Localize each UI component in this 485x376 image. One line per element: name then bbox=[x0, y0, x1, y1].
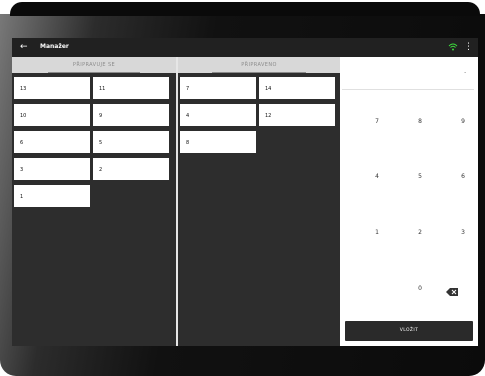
keypad-key[interactable]: 6 bbox=[448, 171, 478, 183]
order-card[interactable]: 1 bbox=[14, 185, 90, 207]
order-card[interactable]: 7 bbox=[180, 77, 256, 99]
prepared-column: PŘIPRAVENO 7 14 4 12 8 bbox=[178, 57, 340, 346]
device-top-edge bbox=[10, 2, 480, 16]
order-card[interactable]: 4 bbox=[180, 104, 256, 126]
keypad-key[interactable]: 3 bbox=[448, 227, 478, 239]
keypad-key[interactable]: 8 bbox=[405, 116, 435, 128]
tab-preparing-label: PŘIPRAVUJE SE bbox=[72, 62, 116, 68]
tab-underline bbox=[212, 71, 306, 73]
preparing-column: PŘIPRAVUJE SE 13 11 10 9 6 5 3 2 1 bbox=[12, 57, 176, 346]
tab-prepared[interactable]: PŘIPRAVENO bbox=[178, 57, 340, 73]
submit-button[interactable]: VLOŽIT bbox=[345, 321, 473, 341]
keypad-key[interactable]: 1 bbox=[362, 227, 392, 239]
app-bar: ← Manažer ⋮ bbox=[12, 38, 478, 57]
wifi-icon bbox=[448, 43, 458, 51]
order-card[interactable]: 5 bbox=[93, 131, 169, 153]
display-caret: - bbox=[464, 70, 466, 76]
keypad-key[interactable]: 4 bbox=[362, 171, 392, 183]
app-screen: ← Manažer ⋮ PŘIPRAVUJE SE 13 11 10 9 6 5 3 2 1 P… bbox=[12, 38, 478, 346]
arrow-back-icon[interactable]: ← bbox=[20, 41, 28, 53]
backspace-icon[interactable] bbox=[446, 288, 458, 296]
order-card[interactable]: 8 bbox=[180, 131, 256, 153]
order-card[interactable]: 6 bbox=[14, 131, 90, 153]
tab-prepared-label: PŘIPRAVENO bbox=[241, 62, 277, 68]
more-vert-icon[interactable]: ⋮ bbox=[464, 41, 473, 53]
keypad-key[interactable]: 0 bbox=[405, 283, 435, 295]
keypad-key[interactable]: 9 bbox=[448, 116, 478, 128]
tab-preparing[interactable]: PŘIPRAVUJE SE bbox=[12, 57, 176, 73]
numeric-keypad: - 7 8 9 4 5 6 1 2 3 0 VLOŽIT bbox=[342, 57, 478, 346]
order-card[interactable]: 10 bbox=[14, 104, 90, 126]
order-card[interactable]: 14 bbox=[259, 77, 335, 99]
keypad-key[interactable]: 2 bbox=[405, 227, 435, 239]
order-card[interactable]: 3 bbox=[14, 158, 90, 180]
order-card[interactable]: 9 bbox=[93, 104, 169, 126]
keypad-key[interactable]: 7 bbox=[362, 116, 392, 128]
order-card[interactable]: 12 bbox=[259, 104, 335, 126]
order-card[interactable]: 13 bbox=[14, 77, 90, 99]
order-card[interactable]: 2 bbox=[93, 158, 169, 180]
keypad-key[interactable]: 5 bbox=[405, 171, 435, 183]
page-title: Manažer bbox=[40, 43, 69, 50]
order-card[interactable]: 11 bbox=[93, 77, 169, 99]
tab-underline bbox=[48, 71, 140, 73]
order-number-display[interactable]: - bbox=[342, 57, 474, 90]
